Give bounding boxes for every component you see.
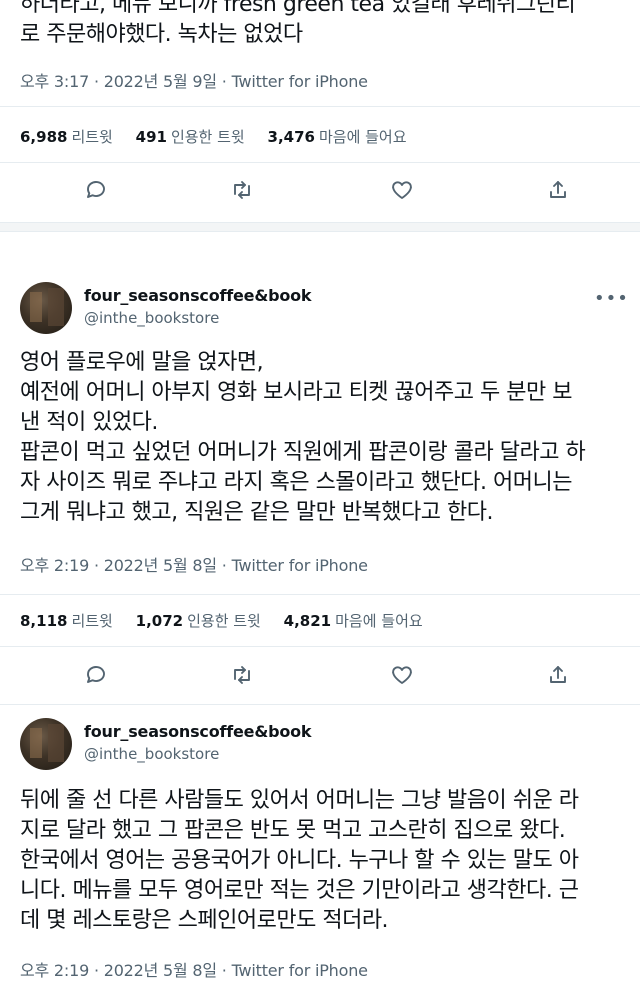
quotes-label: 인용한 트윗 (187, 612, 261, 630)
tweet-text-line: 영어 플로우에 말을 얹자면, (20, 350, 264, 375)
tweet-meta: 오후 2:19 · 2022년 5월 8일 · Twitter for iPho… (20, 961, 368, 980)
tweet-text: 영어 플로우에 말을 얹자면, 예전에 어머니 아부지 영화 보시라고 티켓 끊… (20, 348, 632, 528)
share-button[interactable] (544, 176, 572, 204)
retweet-icon (234, 181, 250, 199)
quotes-label: 인용한 트윗 (170, 128, 245, 146)
likes-count: 3,476 (267, 128, 315, 146)
reply-icon (87, 666, 105, 683)
tweet-stats: 8,118 리트윗 1,072 인용한 트윗 4,821 마음에 들어요 (20, 610, 441, 631)
divider (0, 106, 640, 107)
retweets-stat[interactable]: 6,988 리트윗 (20, 126, 113, 147)
tweet-text-line: 예전에 어머니 아부지 영화 보시라고 티켓 끊어주고 두 분만 보 (20, 380, 572, 405)
tweet-stats: 6,988 리트윗 491 인용한 트윗 3,476 마음에 들어요 (20, 126, 425, 147)
divider (0, 231, 640, 232)
likes-label: 마음에 들어요 (335, 612, 423, 630)
retweets-label: 리트윗 (71, 612, 113, 630)
avatar[interactable] (20, 718, 72, 770)
tweet-text-line: 그게 뭐냐고 했고, 직원은 같은 말만 반복했다고 한다. (20, 500, 493, 525)
tweet-text-line: 하더라고, 메뉴 보니까 fresh green tea 있길래 후레쉬그린티 (20, 0, 576, 17)
retweet-icon (234, 666, 250, 684)
tweet-text-line: 데 몇 레스토랑은 스페인어로만도 적더라. (20, 908, 389, 933)
share-icon (550, 666, 566, 683)
retweet-button[interactable] (228, 176, 256, 204)
reply-icon (87, 181, 105, 198)
retweets-count: 6,988 (20, 128, 68, 146)
divider (0, 646, 640, 647)
author-name[interactable]: four_seasonscoffee&book (84, 722, 312, 741)
retweets-stat[interactable]: 8,118 리트윗 (20, 610, 113, 631)
likes-stat[interactable]: 3,476 마음에 들어요 (268, 126, 407, 147)
tweet-text-line: 뒤에 줄 선 다른 사람들도 있어서 어머니는 그냥 발음이 쉬운 라 (20, 788, 579, 813)
tweet-text-line: 지로 달라 했고 그 팝콘은 반도 못 먹고 고스란히 집으로 왔다. (20, 818, 566, 843)
divider (0, 704, 640, 705)
tweet-meta: 오후 3:17 · 2022년 5월 9일 · Twitter for iPho… (20, 72, 368, 91)
author-name[interactable]: four_seasonscoffee&book (84, 286, 312, 305)
author-handle[interactable]: @inthe_bookstore (84, 309, 219, 327)
likes-count: 4,821 (283, 612, 332, 630)
retweets-count: 8,118 (20, 612, 68, 630)
tweet-text: 뒤에 줄 선 다른 사람들도 있어서 어머니는 그냥 발음이 쉬운 라 지로 달… (20, 786, 632, 936)
likes-label: 마음에 들어요 (318, 128, 407, 146)
thread-divider (0, 223, 640, 231)
quotes-stat[interactable]: 491 인용한 트윗 (136, 126, 245, 147)
tweet-text-line: 한국에서 영어는 공용국어가 아니다. 누구나 할 수 있는 말도 아 (20, 848, 579, 873)
like-icon (392, 666, 412, 684)
retweet-button[interactable] (228, 661, 256, 689)
share-icon (550, 181, 566, 198)
tweet-text-line: 로 주문해야했다. 녹차는 없었다 (20, 22, 303, 47)
reply-button[interactable] (82, 176, 110, 204)
tweet-text-line: 자 사이즈 뭐로 주냐고 라지 혹은 스몰이라고 했단다. 어머니는 (20, 470, 572, 495)
like-button[interactable] (388, 176, 416, 204)
tweet-text-line: 니다. 메뉴를 모두 영어로만 적는 것은 기만이라고 생각한다. 근 (20, 878, 579, 903)
more-options-icon[interactable]: ••• (594, 288, 629, 309)
quotes-count: 1,072 (135, 612, 184, 630)
divider (0, 594, 640, 595)
tweet-text-line: 낸 적이 있었다. (20, 410, 158, 435)
avatar[interactable] (20, 282, 72, 334)
tweet-text: 하더라고, 메뉴 보니까 fresh green tea 있길래 후레쉬그린티 … (20, 0, 630, 50)
divider (0, 162, 640, 163)
reply-button[interactable] (82, 661, 110, 689)
share-button[interactable] (544, 661, 572, 689)
quotes-stat[interactable]: 1,072 인용한 트윗 (136, 610, 261, 631)
likes-stat[interactable]: 4,821 마음에 들어요 (284, 610, 423, 631)
like-icon (392, 181, 412, 199)
retweets-label: 리트윗 (71, 128, 113, 146)
tweet-text-line: 팝콘이 먹고 싶었던 어머니가 직원에게 팝콘이랑 콜라 달라고 하 (20, 440, 586, 465)
like-button[interactable] (388, 661, 416, 689)
tweet-meta: 오후 2:19 · 2022년 5월 8일 · Twitter for iPho… (20, 556, 368, 575)
author-handle[interactable]: @inthe_bookstore (84, 745, 219, 763)
quotes-count: 491 (135, 128, 167, 146)
